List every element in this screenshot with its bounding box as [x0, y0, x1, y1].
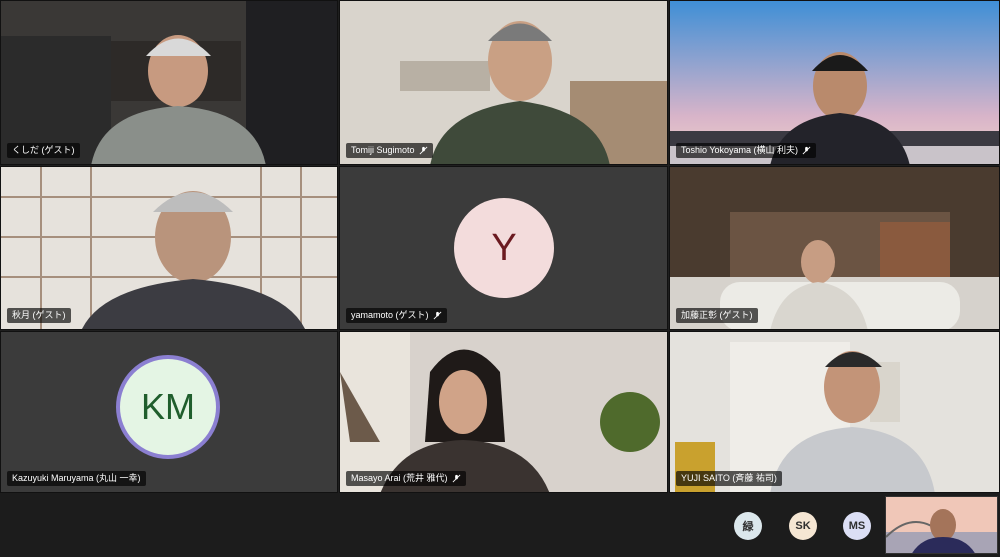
mic-muted-icon	[419, 146, 427, 155]
video-tile-akizuki[interactable]: 秋月 (ゲスト)	[0, 166, 338, 330]
participant-avatar: KM	[116, 355, 220, 459]
participant-name: yamamoto (ゲスト)	[351, 310, 429, 320]
participant-name: Tomiji Sugimoto	[351, 145, 415, 155]
participant-name-tag: 加藤正彰 (ゲスト)	[676, 308, 758, 323]
video-tile-maruyama[interactable]: KM Kazuyuki Maruyama (丸山 一幸)	[0, 331, 338, 493]
participant-name: Masayo Arai (荒井 雅代)	[351, 473, 448, 483]
video-tile-arai[interactable]: Masayo Arai (荒井 雅代)	[339, 331, 668, 493]
chip-initials: 緑	[742, 521, 754, 533]
video-feed	[1, 167, 337, 329]
video-feed	[670, 332, 999, 492]
participant-avatar: Y	[454, 198, 554, 298]
overflow-participant-chip[interactable]: 緑	[734, 512, 762, 540]
mic-muted-icon	[452, 474, 460, 483]
chip-initials: SK	[795, 520, 811, 532]
video-feed	[1, 1, 337, 164]
mic-muted-icon	[433, 311, 441, 320]
video-grid: くしだ (ゲスト) Tomiji Sugimoto Toshio Yokoyam…	[0, 0, 1000, 493]
video-feed	[670, 1, 999, 164]
video-tile-yamamoto[interactable]: Y yamamoto (ゲスト)	[339, 166, 668, 330]
participant-name: くしだ (ゲスト)	[12, 145, 75, 155]
video-tile-sugimoto[interactable]: Tomiji Sugimoto	[339, 0, 668, 165]
participant-name-tag: yamamoto (ゲスト)	[346, 308, 447, 323]
participant-name: 加藤正彰 (ゲスト)	[681, 310, 753, 320]
overflow-participant-chip[interactable]: MS	[843, 512, 871, 540]
video-tile-saito[interactable]: YUJI SAITO (斉藤 祐司)	[669, 331, 1000, 493]
video-tile-kushida[interactable]: くしだ (ゲスト)	[0, 0, 338, 165]
participant-name: YUJI SAITO (斉藤 祐司)	[681, 473, 777, 483]
video-tile-yokoyama[interactable]: Toshio Yokoyama (横山 利夫)	[669, 0, 1000, 165]
participant-name-tag: YUJI SAITO (斉藤 祐司)	[676, 471, 782, 486]
overflow-participant-chip[interactable]: SK	[789, 512, 817, 540]
video-tile-kato[interactable]: 加藤正彰 (ゲスト)	[669, 166, 1000, 330]
video-feed	[670, 167, 999, 329]
avatar-initials: KM	[141, 386, 195, 427]
participant-name-tag: Toshio Yokoyama (横山 利夫)	[676, 143, 817, 158]
participant-name: 秋月 (ゲスト)	[12, 310, 66, 320]
participant-name-tag: 秋月 (ゲスト)	[7, 308, 71, 323]
participant-name: Kazuyuki Maruyama (丸山 一幸)	[12, 473, 141, 483]
video-feed	[886, 497, 997, 553]
participant-name-tag: Kazuyuki Maruyama (丸山 一幸)	[7, 471, 146, 486]
participant-name-tag: Tomiji Sugimoto	[346, 143, 433, 158]
avatar-initials: Y	[491, 226, 517, 269]
self-view-video[interactable]	[885, 496, 998, 554]
chip-initials: MS	[848, 520, 866, 532]
video-feed	[340, 332, 667, 492]
participant-name: Toshio Yokoyama (横山 利夫)	[681, 145, 799, 155]
participant-name-tag: Masayo Arai (荒井 雅代)	[346, 471, 466, 486]
participant-name-tag: くしだ (ゲスト)	[7, 143, 80, 158]
video-feed	[340, 1, 667, 164]
mic-muted-icon	[802, 146, 811, 155]
